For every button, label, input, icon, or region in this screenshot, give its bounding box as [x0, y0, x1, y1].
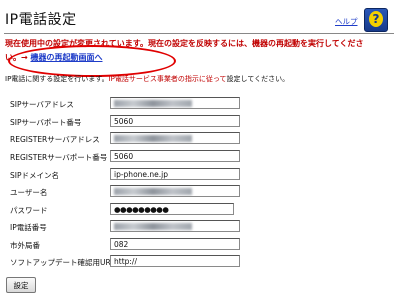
ip-phone-number-label: IP電話番号 [10, 223, 47, 232]
redacted-value [114, 135, 192, 142]
register-server-port-input[interactable]: 5060 [110, 150, 240, 162]
intro-text: IP電話に関する設定を行います。IP電話サービス事業者の指示に従って設定してくだ… [5, 74, 289, 84]
redacted-value [114, 223, 192, 230]
ip-phone-number-input[interactable] [110, 220, 240, 232]
sip-server-port-input[interactable]: 5060 [110, 115, 240, 127]
highlight-circle-annotation [8, 45, 176, 77]
register-server-port-label: REGISTERサーバポート番号 [10, 153, 108, 162]
register-server-address-input[interactable] [110, 132, 240, 144]
username-label: ユーザー名 [10, 188, 48, 197]
redacted-value [114, 188, 192, 195]
save-settings-button[interactable]: 設定 [6, 277, 36, 293]
sip-server-address-label: SIPサーバアドレス [10, 100, 74, 109]
title-bar: IP電話設定 ヘルプ ? [0, 0, 398, 32]
password-label: パスワード [10, 206, 48, 215]
username-input[interactable] [110, 185, 240, 197]
sip-server-address-input[interactable] [110, 97, 240, 109]
intro-text-highlight: IP電話サービス事業者の指示に従って [108, 75, 227, 83]
page-title: IP電話設定 [5, 12, 77, 28]
redacted-value [114, 100, 192, 107]
title-divider [4, 33, 394, 34]
area-code-input[interactable]: 082 [110, 238, 240, 250]
help-link[interactable]: ヘルプ [335, 16, 358, 27]
sip-server-port-label: SIPサーバポート番号 [10, 118, 82, 127]
software-update-url-input[interactable]: http:// [110, 255, 240, 267]
help-question-icon[interactable]: ? [364, 8, 388, 32]
register-server-address-label: REGISTERサーバアドレス [10, 135, 100, 144]
sip-domain-label: SIPドメイン名 [10, 171, 59, 180]
software-update-url-label: ソフトアップデート確認用URL [10, 258, 115, 267]
password-input[interactable]: ●●●●●●●●● [110, 203, 234, 215]
intro-text-after: 設定してください。 [226, 75, 290, 83]
area-code-label: 市外局番 [10, 241, 40, 250]
intro-text-before: IP電話に関する設定を行います。 [5, 75, 109, 83]
sip-domain-input[interactable]: ip-phone.ne.jp [110, 168, 240, 180]
